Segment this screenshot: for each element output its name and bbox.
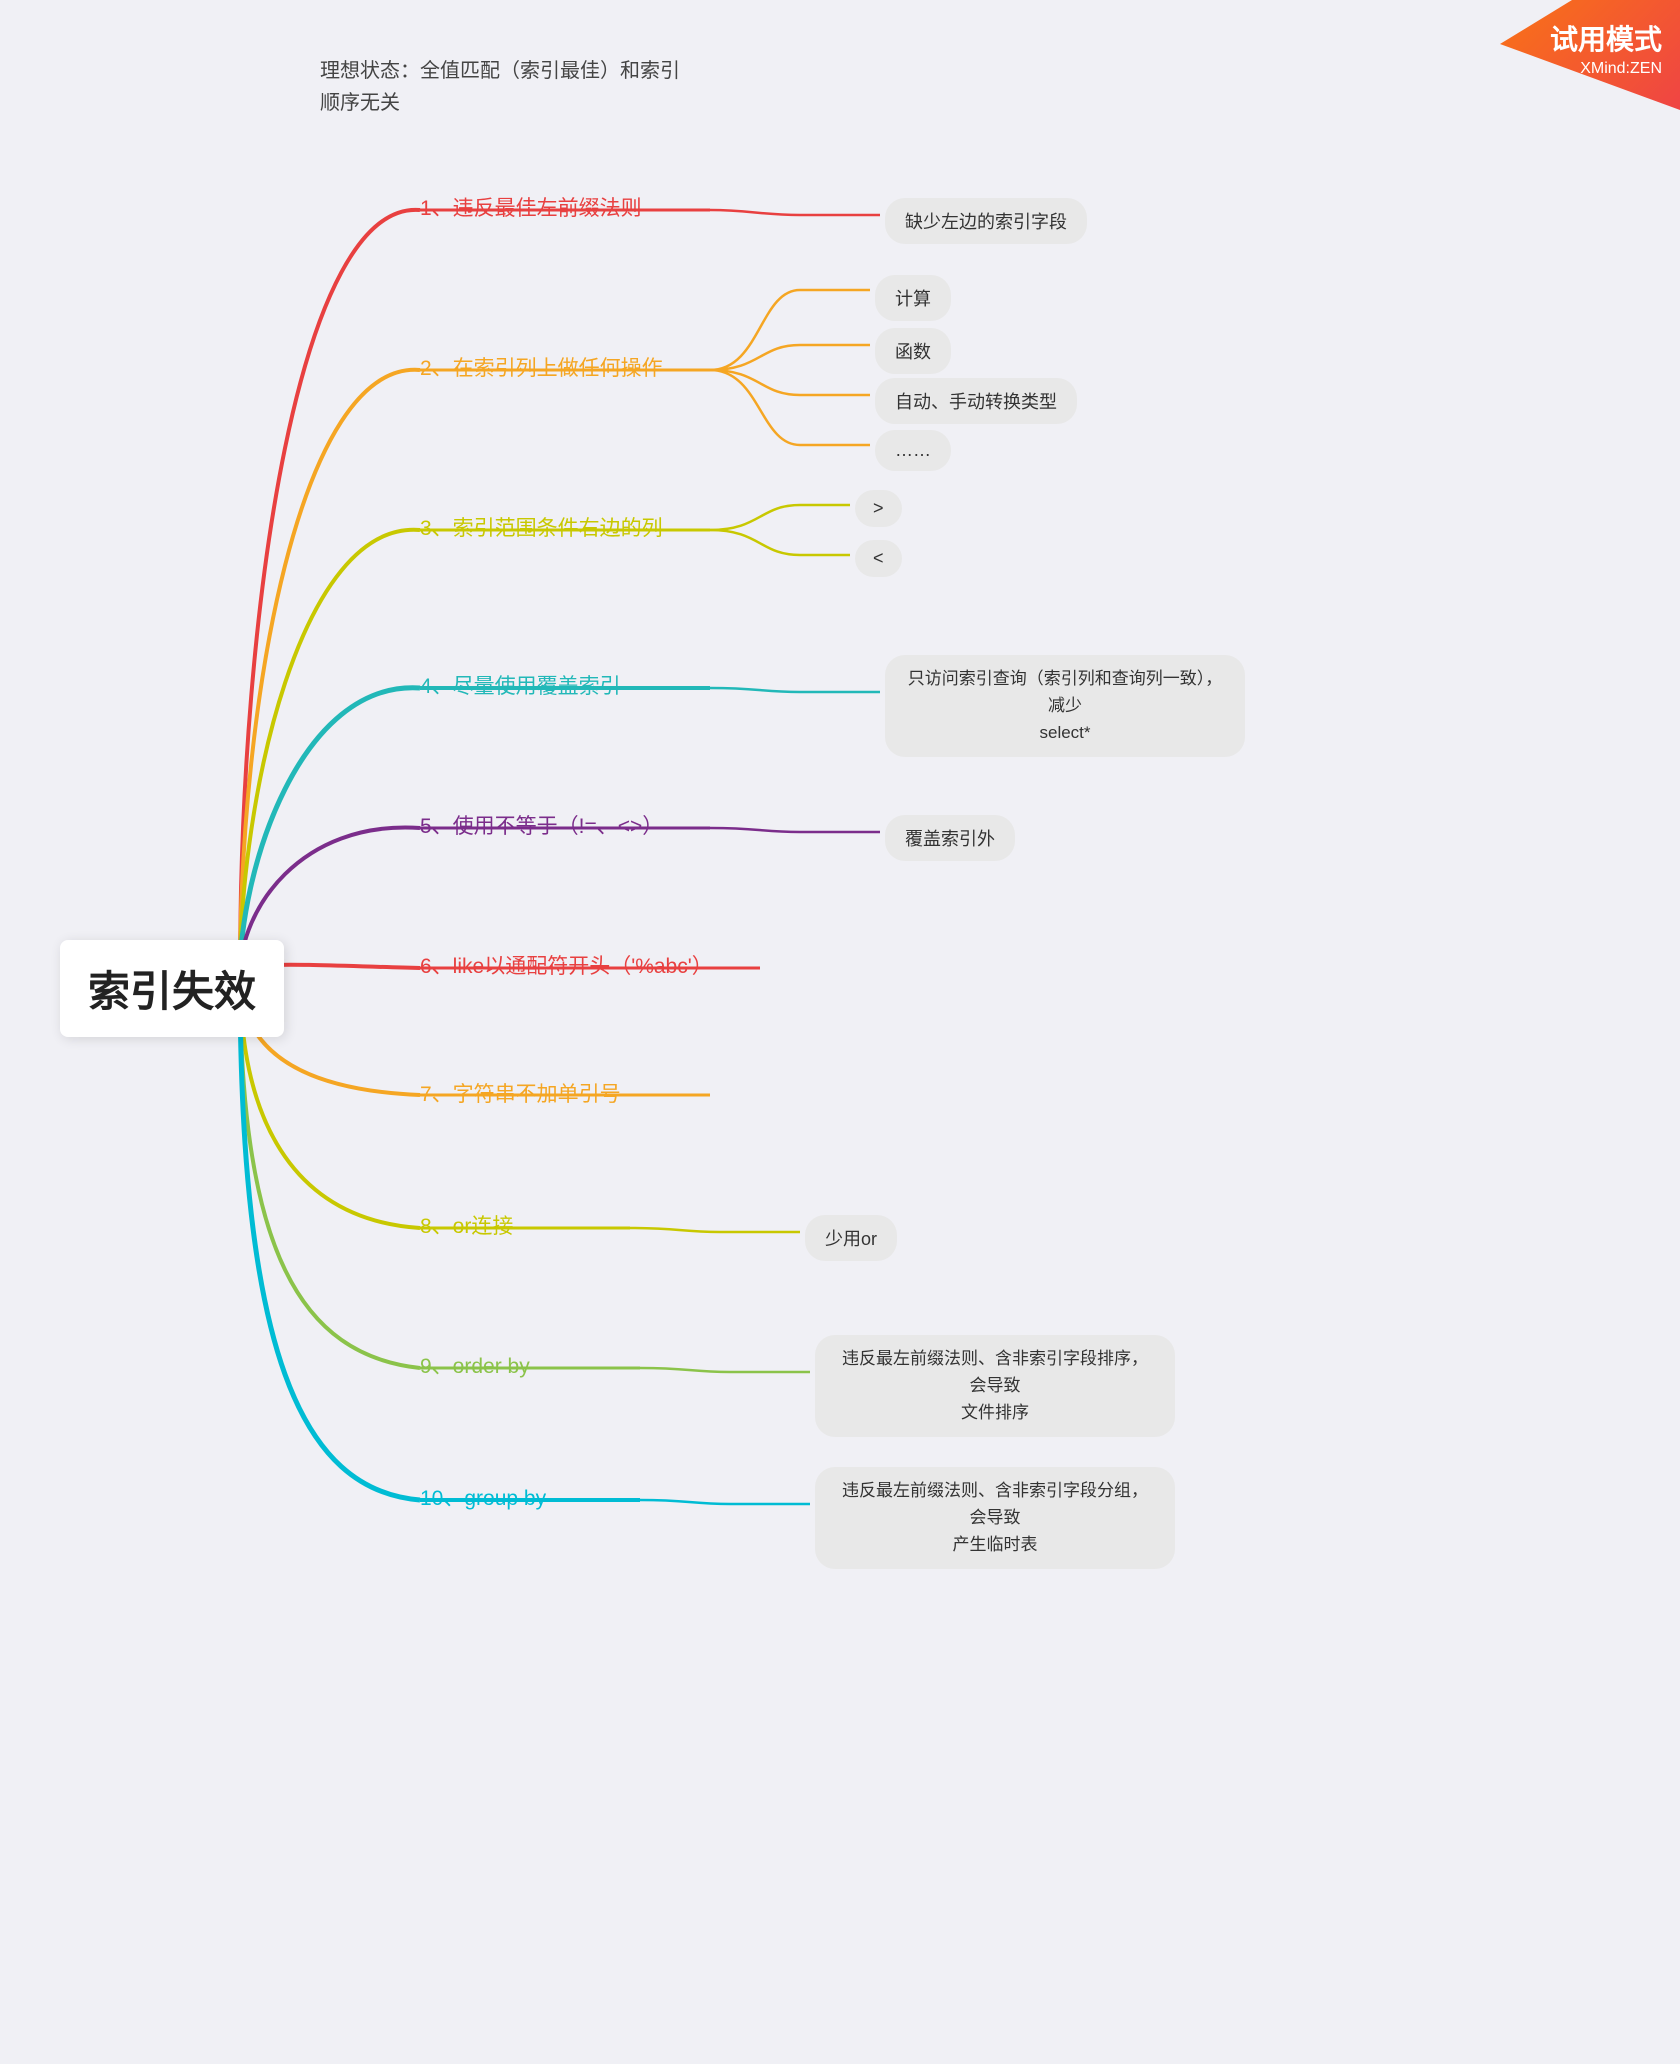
mindmap-container: 试用模式 XMind:ZEN 理想状态：全值匹配（索引最佳）和索引 顺序无关	[0, 0, 1680, 2064]
leaf-b9: 违反最左前缀法则、含非索引字段排序，会导致文件排序	[815, 1335, 1175, 1437]
leaf-b2-1: 计算	[875, 275, 951, 321]
leaf-b4: 只访问索引查询（索引列和查询列一致），减少select*	[885, 655, 1245, 757]
brand-text: XMind:ZEN	[1580, 60, 1662, 78]
root-node: 索引失效	[60, 940, 284, 1037]
leaf-b3-1: >	[855, 490, 902, 527]
leaf-b10: 违反最左前缀法则、含非索引字段分组，会导致产生临时表	[815, 1467, 1175, 1569]
trial-text: 试用模式	[1550, 18, 1662, 58]
leaf-b2-3: 自动、手动转换类型	[875, 378, 1077, 424]
branch-node-6: 6、like以通配符开头（'%abc'）	[420, 950, 713, 980]
leaf-b8: 少用or	[805, 1215, 897, 1261]
branch-node-8: 8、or连接	[420, 1210, 513, 1240]
branch-node-1: 1、违反最佳左前缀法则	[420, 192, 642, 222]
branch-node-9: 9、order by	[420, 1350, 530, 1380]
branch-node-2: 2、在索引列上做任何操作	[420, 352, 663, 382]
leaf-b2-2: 函数	[875, 328, 951, 374]
leaf-b5: 覆盖索引外	[885, 815, 1015, 861]
branch-node-5: 5、使用不等于（!=、<>）	[420, 810, 663, 840]
branch-node-10: 10、group by	[420, 1482, 546, 1512]
leaf-b3-2: <	[855, 540, 902, 577]
branch-node-7: 7、字符串不加单引号	[420, 1078, 621, 1108]
branch-node-4: 4、尽量使用覆盖索引	[420, 670, 621, 700]
branch-node-3: 3、索引范围条件右边的列	[420, 512, 663, 542]
leaf-b2-4: ……	[875, 430, 951, 471]
leaf-b1: 缺少左边的索引字段	[885, 198, 1087, 244]
